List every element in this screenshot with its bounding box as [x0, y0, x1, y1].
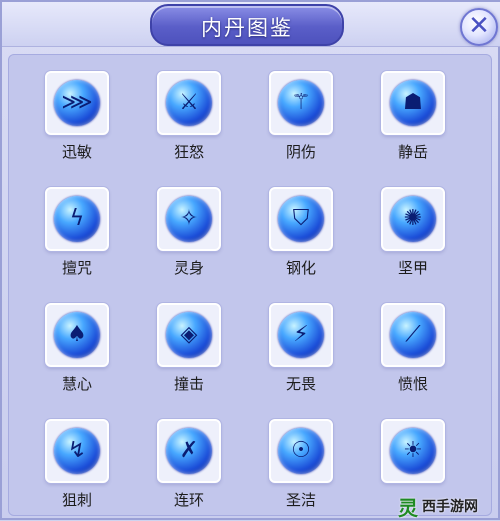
lightning-curse-icon: ϟ	[54, 196, 100, 242]
item-cell[interactable]: ⋙ 迅敏	[21, 57, 131, 169]
item-slot[interactable]: ✗	[157, 419, 221, 483]
steel-shield-icon: ⛉	[278, 196, 324, 242]
item-slot[interactable]: ⚔	[157, 71, 221, 135]
item-label: 静岳	[397, 143, 428, 161]
item-cell[interactable]: ⚡ 无畏	[245, 289, 355, 401]
snipe-bolt-icon: ↯	[54, 428, 100, 474]
mountain-statue-icon: ☗	[390, 80, 436, 126]
item-cell[interactable]: ↯ 狙刺	[21, 405, 131, 517]
item-cell[interactable]: ✧ 灵身	[133, 173, 243, 285]
item-cell[interactable]: ☉ 圣洁	[245, 405, 355, 517]
item-cell[interactable]: ϟ 擅咒	[21, 173, 131, 285]
item-label: 圣洁	[285, 491, 316, 509]
icon-glyph: ↯	[67, 438, 87, 463]
item-slot[interactable]: ϟ	[45, 187, 109, 251]
icon-glyph: ✺	[403, 206, 423, 231]
watermark-logo: 灵 西手游网	[398, 492, 500, 520]
item-label: 连环	[173, 491, 204, 509]
fury-slash-icon: ⟋	[390, 312, 436, 358]
icon-glyph: ⚚	[291, 90, 311, 115]
item-slot[interactable]: ♠	[45, 303, 109, 367]
icon-glyph: ✗	[179, 438, 199, 463]
watermark-ling: 灵	[398, 496, 418, 520]
close-icon: ✕	[468, 11, 490, 41]
item-cell[interactable]: ✗ 连环	[133, 405, 243, 517]
icon-glyph: ♠	[67, 322, 87, 347]
title-bar: 内丹图鉴 ✕	[2, 2, 500, 47]
item-slot[interactable]: ✧	[157, 187, 221, 251]
item-cell[interactable]: ♠ 慧心	[21, 289, 131, 401]
item-slot[interactable]: ✺	[381, 187, 445, 251]
item-cell[interactable]: ☗ 静岳	[357, 57, 467, 169]
item-label: 钢化	[285, 259, 316, 277]
item-slot[interactable]: ☉	[269, 419, 333, 483]
rage-sword-icon: ⚔	[166, 80, 212, 126]
icon-glyph: ✧	[179, 206, 199, 231]
icon-glyph: ☗	[403, 90, 423, 115]
icon-glyph: ☉	[291, 438, 311, 463]
item-label: 迅敏	[61, 143, 92, 161]
watermark-text: 西手游网	[422, 499, 478, 515]
chain-swords-icon: ✗	[166, 428, 212, 474]
item-slot[interactable]: ☗	[381, 71, 445, 135]
item-label: 灵身	[173, 259, 204, 277]
item-label: 无畏	[285, 375, 316, 393]
item-label: 愤恨	[397, 375, 428, 393]
item-label: 撞击	[173, 375, 204, 393]
item-cell[interactable]: ⚚ 阴伤	[245, 57, 355, 169]
icon-glyph: ⟋	[405, 322, 421, 347]
fearless-blade-icon: ⚡	[278, 312, 324, 358]
radiant-idol-icon: ☀	[390, 428, 436, 474]
spirit-body-icon: ✧	[166, 196, 212, 242]
close-button[interactable]: ✕	[460, 8, 498, 46]
icon-glyph: ϟ	[69, 206, 85, 231]
armor-beast-icon: ✺	[390, 196, 436, 242]
item-slot[interactable]: ⟋	[381, 303, 445, 367]
icon-glyph: ◈	[180, 322, 198, 347]
item-label: 狙刺	[61, 491, 92, 509]
item-cell[interactable]: ⚔ 狂怒	[133, 57, 243, 169]
item-slot[interactable]: ⚚	[269, 71, 333, 135]
icon-glyph: ⋙	[61, 90, 93, 115]
icon-glyph: ☀	[403, 438, 423, 463]
item-slot[interactable]: ⋙	[45, 71, 109, 135]
item-label: 擅咒	[61, 259, 92, 277]
item-label: 坚甲	[397, 259, 428, 277]
shadow-strike-icon: ⚚	[278, 80, 324, 126]
icon-glyph: ⚔	[179, 90, 199, 115]
icon-glyph: ⛉	[292, 206, 310, 231]
item-slot[interactable]: ☀	[381, 419, 445, 483]
title-tab: 内丹图鉴	[150, 4, 344, 46]
item-cell[interactable]: ⛉ 钢化	[245, 173, 355, 285]
item-slot[interactable]: ◈	[157, 303, 221, 367]
item-slot[interactable]: ⛉	[269, 187, 333, 251]
item-cell[interactable]: ⟋ 愤恨	[357, 289, 467, 401]
item-grid: ⋙ 迅敏 ⚔ 狂怒 ⚚ 阴伤 ☗ 静岳 ϟ 擅咒 ✧ 灵身 ⛉ 钢化 ✺ 坚甲 ♠ 慧心 ◈ 撞击 ⚡ 无畏 ⟋ 愤恨 ↯ 狙刺 ✗…	[9, 55, 493, 517]
handbook-window: 内丹图鉴 ✕ ⋙ 迅敏 ⚔ 狂怒 ⚚ 阴伤 ☗ 静岳 ϟ 擅咒 ✧ 灵身 ⛉ 钢化 ✺ 坚甲 ♠ 慧心 ◈ 撞击 ⚡ 无畏…	[0, 0, 500, 520]
icon-glyph: ⚡	[293, 322, 309, 347]
item-label: 慧心	[61, 375, 92, 393]
wisdom-heart-icon: ♠	[54, 312, 100, 358]
item-cell[interactable]: ✺ 坚甲	[357, 173, 467, 285]
impact-diamond-icon: ◈	[166, 312, 212, 358]
item-label: 阴伤	[285, 143, 316, 161]
holy-skull-icon: ☉	[278, 428, 324, 474]
item-slot[interactable]: ↯	[45, 419, 109, 483]
item-label: 狂怒	[173, 143, 204, 161]
item-slot[interactable]: ⚡	[269, 303, 333, 367]
item-cell[interactable]: ◈ 撞击	[133, 289, 243, 401]
swift-claw-icon: ⋙	[54, 80, 100, 126]
item-panel: ⋙ 迅敏 ⚔ 狂怒 ⚚ 阴伤 ☗ 静岳 ϟ 擅咒 ✧ 灵身 ⛉ 钢化 ✺ 坚甲 ♠ 慧心 ◈ 撞击 ⚡ 无畏 ⟋ 愤恨 ↯ 狙刺 ✗…	[8, 54, 492, 516]
window-title: 内丹图鉴	[201, 16, 293, 40]
